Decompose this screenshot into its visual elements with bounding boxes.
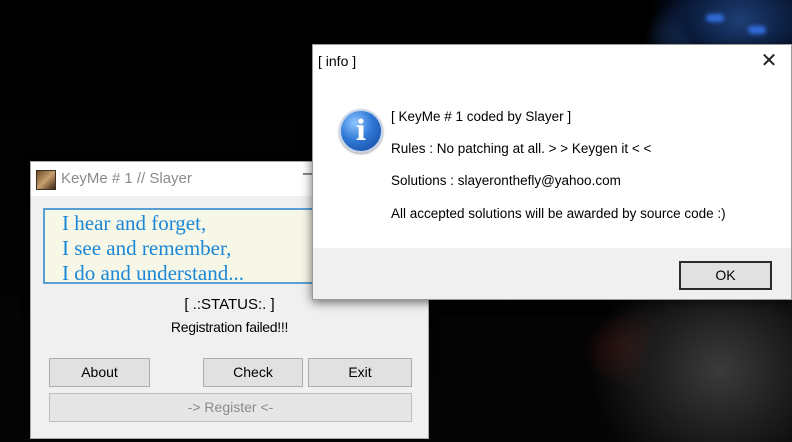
background-art-light <box>748 26 766 34</box>
keyme-app-icon <box>36 170 56 190</box>
info-dialog: [ info ] ✕ i [ KeyMe # 1 coded by Slayer… <box>312 44 792 300</box>
dialog-message-line: [ KeyMe # 1 coded by Slayer ] <box>391 109 572 124</box>
motto-line: I do and understand... <box>62 261 244 285</box>
info-icon: i <box>339 109 383 153</box>
background-art-light <box>706 14 724 22</box>
register-button[interactable]: -> Register <- <box>49 393 412 422</box>
dialog-message-line: Solutions : slayeronthefly@yahoo.com <box>391 173 621 188</box>
dialog-footer: OK <box>313 248 791 299</box>
keyme-window-title: KeyMe # 1 // Slayer <box>61 170 192 187</box>
about-button[interactable]: About <box>49 358 150 387</box>
close-icon[interactable]: ✕ <box>757 49 781 73</box>
dialog-message-line: Rules : No patching at all. > > Keygen i… <box>391 141 652 156</box>
dialog-title: [ info ] <box>318 53 357 69</box>
dialog-message-line: All accepted solutions will be awarded b… <box>391 206 726 221</box>
motto-line: I hear and forget, <box>62 211 207 235</box>
status-message: Registration failed!!! <box>170 319 289 335</box>
info-icon-glyph: i <box>355 114 367 147</box>
motto-panel: I hear and forget, I see and remember, I… <box>43 208 319 285</box>
check-button[interactable]: Check <box>203 358 303 387</box>
exit-button[interactable]: Exit <box>308 358 412 387</box>
ok-button[interactable]: OK <box>679 261 772 290</box>
motto-line: I see and remember, <box>62 236 232 260</box>
